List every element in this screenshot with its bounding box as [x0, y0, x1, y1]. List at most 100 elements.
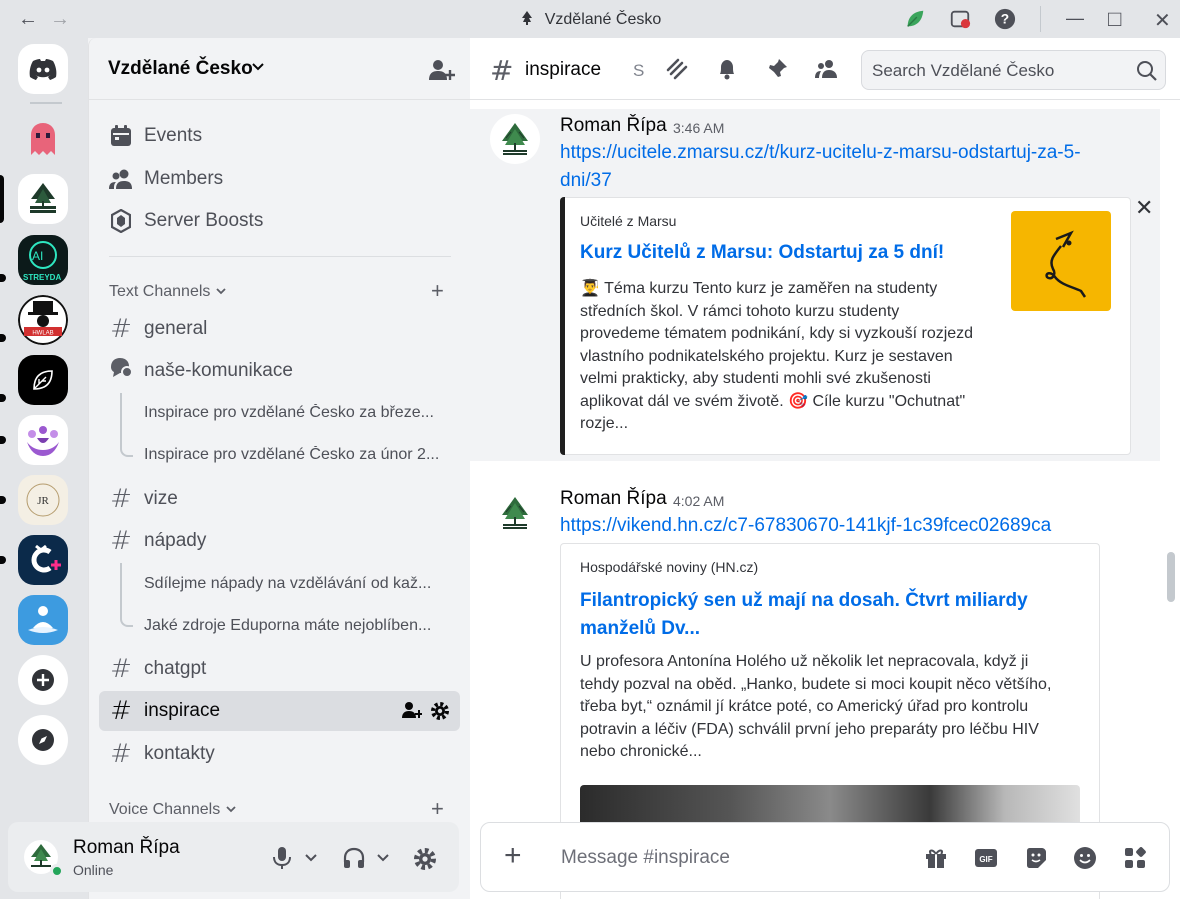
thread-item[interactable]: Jaké zdroje Eduporna máte nejoblíben...	[144, 606, 454, 646]
embed-image[interactable]	[580, 785, 1080, 825]
microphone-control[interactable]	[272, 846, 318, 870]
link-line: https://ucitele.zmarsu.cz/t/kurz-ucitelu…	[560, 142, 1081, 163]
settings-gear-icon[interactable]	[430, 701, 450, 721]
user-settings-gear-icon[interactable]	[413, 847, 437, 871]
message-link[interactable]: https://vikend.hn.cz/c7-67830670-141kjf-…	[560, 512, 1051, 540]
embed-provider[interactable]: Hospodářské noviny (HN.cz)	[580, 559, 758, 575]
channel-kontakty[interactable]: # kontakty	[99, 734, 460, 774]
message-link[interactable]: https://ucitele.zmarsu.cz/t/kurz-ucitelu…	[560, 139, 1081, 195]
attach-plus-icon[interactable]: +	[504, 841, 522, 871]
channel-topic[interactable]: S	[633, 61, 644, 81]
ghost-icon	[31, 123, 55, 155]
online-status-dot	[50, 864, 64, 878]
channel-inspirace[interactable]: # inspirace	[99, 691, 460, 731]
close-icon[interactable]: ✕	[1154, 8, 1171, 33]
desc-line: středních škol. V rámci tohoto kurzu stu…	[580, 302, 900, 320]
svg-text:?: ?	[1001, 12, 1009, 27]
add-member-icon[interactable]	[429, 58, 455, 82]
apps-icon[interactable]	[1123, 846, 1147, 870]
channel-label: kontakty	[144, 743, 215, 764]
remove-embed-close-icon[interactable]: ✕	[1135, 195, 1153, 221]
unread-dot	[0, 334, 6, 342]
hash-icon: #	[110, 696, 132, 726]
help-icon[interactable]: ?	[994, 8, 1016, 30]
message-author[interactable]: Roman Řípa	[560, 115, 667, 137]
c-plus-server[interactable]	[18, 535, 68, 585]
channel-label: inspirace	[144, 700, 221, 721]
discord-home-button[interactable]	[18, 44, 68, 94]
thread-item[interactable]: Inspirace pro vzdělané Česko za únor 2..…	[144, 435, 454, 475]
channel-vize[interactable]: # vize	[99, 479, 460, 519]
embed-title[interactable]: Filantropický sen už mají na dosah. Čtvr…	[580, 587, 1028, 643]
c-plus-icon	[31, 544, 61, 573]
message-avatar[interactable]	[490, 114, 540, 164]
message-input[interactable]: Message #inspirace	[561, 847, 730, 869]
channel-chatgpt[interactable]: # chatgpt	[99, 649, 460, 689]
people-server[interactable]	[18, 415, 68, 465]
headphones-control[interactable]	[342, 846, 390, 870]
channel-nase-komunikace[interactable]: naše-komunikace	[99, 351, 460, 391]
chevron-down-icon	[305, 854, 317, 862]
create-voice-channel-icon[interactable]: +	[431, 796, 444, 822]
unread-dot	[0, 496, 6, 504]
chevron-down-icon	[216, 288, 227, 295]
hwlab-icon: HWLAB	[18, 295, 68, 345]
embed-description: 👨‍🎓 Téma kurzu Tento kurz je zaměřen na …	[580, 278, 973, 436]
chevron-down-icon	[377, 854, 389, 862]
jr-server[interactable]: JR	[18, 475, 68, 525]
notification-bell-icon[interactable]	[715, 57, 739, 81]
user-panel: Roman Řípa Online	[8, 822, 459, 892]
search-input[interactable]: Search Vzdělané Česko	[861, 50, 1166, 90]
invite-icon[interactable]	[402, 701, 422, 719]
channel-label: nápady	[144, 530, 207, 551]
guild-header[interactable]: Vzdělané Česko	[89, 38, 470, 100]
members-nav[interactable]: Members	[99, 159, 459, 199]
sticker-icon[interactable]	[1024, 846, 1048, 870]
leaf-server[interactable]	[18, 355, 68, 405]
channel-label: chatgpt	[144, 658, 207, 679]
pin-icon[interactable]	[765, 57, 789, 81]
inbox-icon[interactable]	[949, 8, 971, 30]
svg-text:GIF: GIF	[979, 855, 992, 864]
embed-provider[interactable]: Učitelé z Marsu	[580, 213, 676, 229]
channel-general[interactable]: # general	[99, 309, 460, 349]
threads-icon[interactable]	[665, 57, 689, 81]
ghost-server-button[interactable]	[18, 114, 68, 164]
channel-label: vize	[144, 488, 178, 509]
gif-icon[interactable]: GIF	[974, 846, 998, 870]
meditation-server[interactable]	[18, 595, 68, 645]
plus-circle-icon	[32, 669, 54, 691]
leaf-icon[interactable]	[904, 8, 926, 30]
minimize-icon[interactable]: —	[1066, 8, 1084, 29]
message-composer[interactable]: + Message #inspirace GIF	[480, 822, 1170, 892]
desc-line: aplikovat dál ve svém životě. 🎯 Cíle kur…	[580, 392, 966, 410]
emoji-icon[interactable]	[1073, 846, 1097, 870]
hwlab-server[interactable]: HWLAB	[18, 295, 68, 345]
thread-item[interactable]: Inspirace pro vzdělané Česko za březe...	[144, 393, 454, 433]
message-avatar[interactable]	[490, 488, 540, 538]
rocket-sketch-icon	[1045, 230, 1087, 298]
ai-streyda-server[interactable]: AI STREYDA	[18, 235, 68, 285]
chat-scrollbar[interactable]	[1167, 552, 1175, 602]
discord-icon	[29, 59, 57, 80]
message-author[interactable]: Roman Řípa	[560, 488, 667, 510]
member-list-icon[interactable]	[814, 57, 838, 81]
create-channel-icon[interactable]: +	[431, 278, 444, 304]
text-channels-category[interactable]: Text Channels	[109, 283, 228, 301]
embed-title[interactable]: Kurz Učitelů z Marsu: Odstartuj za 5 dní…	[580, 239, 944, 267]
server-boosts-nav[interactable]: Server Boosts	[99, 201, 459, 241]
vzdelane-cesko-server[interactable]	[18, 174, 68, 224]
embed-thumbnail[interactable]	[1011, 211, 1111, 311]
add-server-button[interactable]	[18, 655, 68, 705]
gift-icon[interactable]	[924, 846, 948, 870]
maximize-icon[interactable]: □	[1108, 6, 1121, 32]
desc-line: 👨‍🎓 Téma kurzu Tento kurz je zaměřen na …	[580, 280, 938, 297]
voice-channels-category[interactable]: Voice Channels	[109, 801, 238, 819]
desc-line: vlastního podnikatelského projektu. Kurz…	[580, 347, 953, 365]
events-nav[interactable]: Events	[99, 116, 459, 156]
discover-button[interactable]	[18, 715, 68, 765]
hash-icon: #	[110, 739, 132, 769]
channel-napady[interactable]: # nápady	[99, 521, 460, 561]
thread-item[interactable]: Sdílejme nápady na vzdělávání od kaž...	[144, 564, 454, 604]
server-boosts-label: Server Boosts	[144, 210, 264, 231]
